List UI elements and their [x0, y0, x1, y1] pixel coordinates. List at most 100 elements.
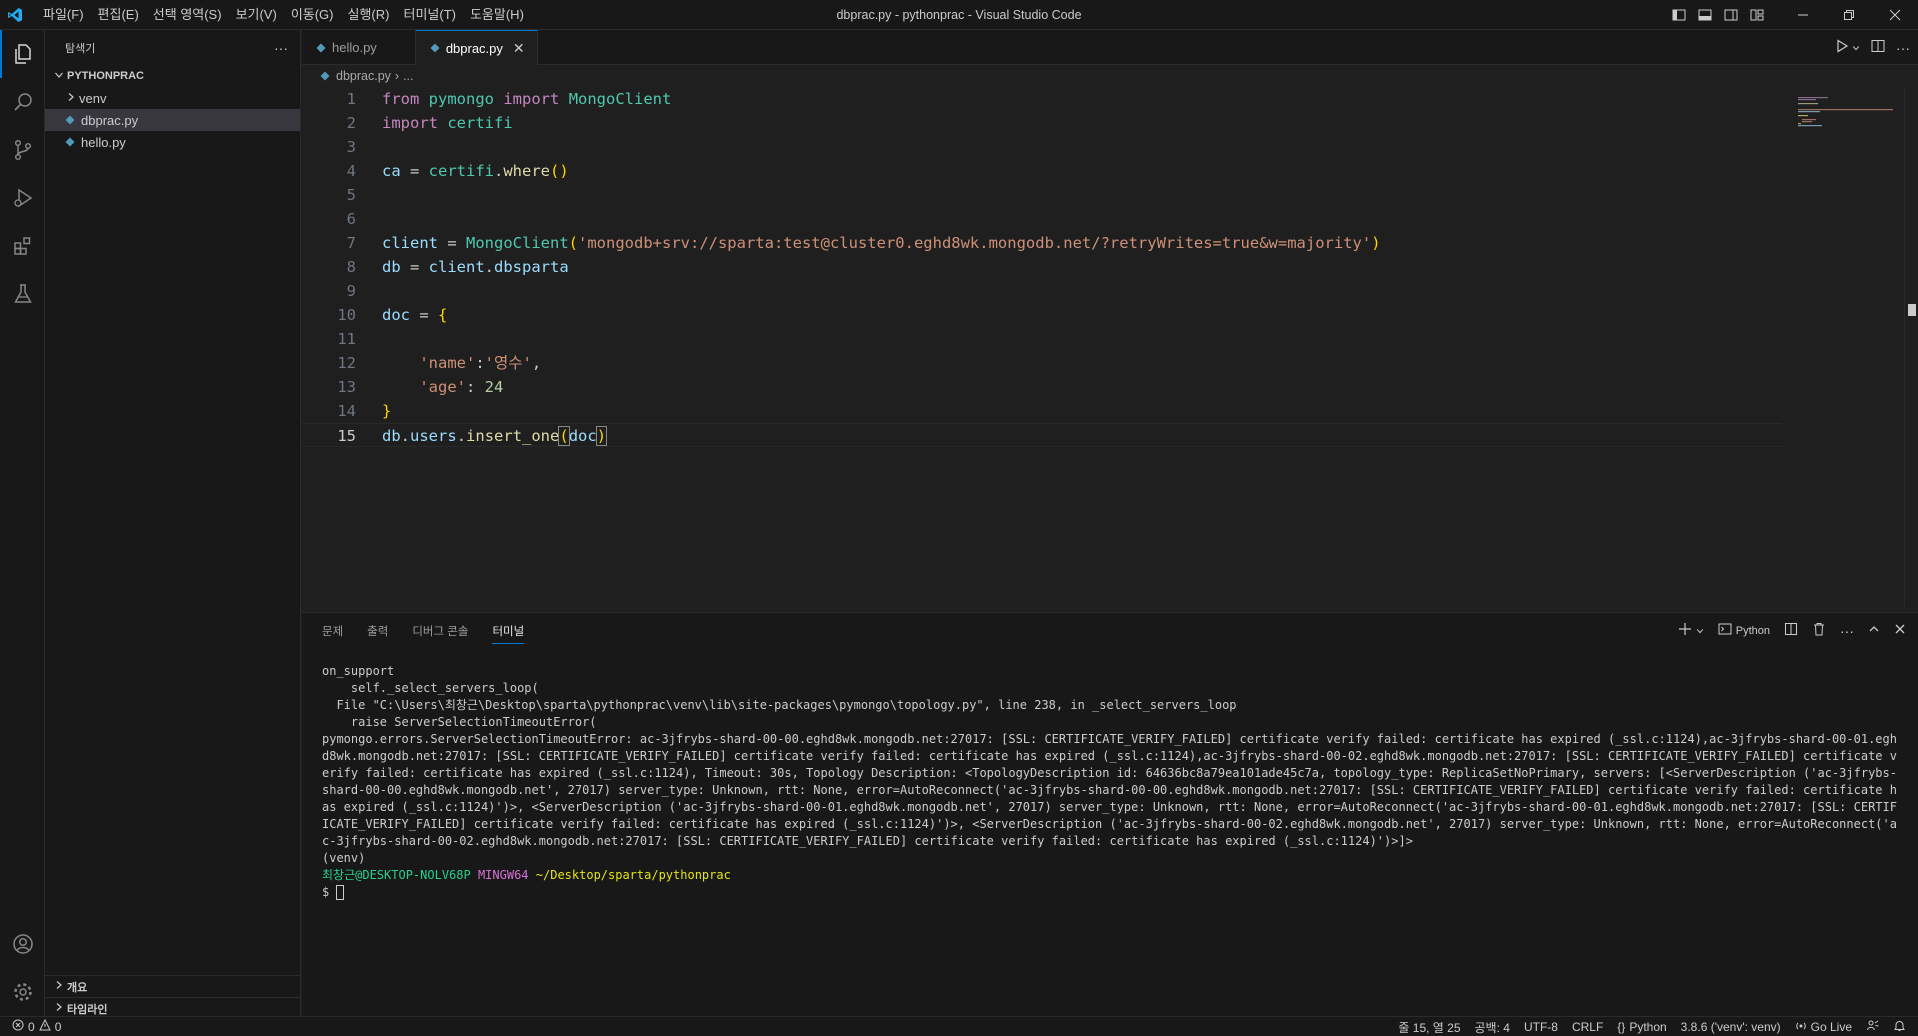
line-number: 7 [346, 234, 356, 252]
testing-icon[interactable] [0, 270, 45, 318]
settings-gear-icon[interactable] [0, 968, 45, 1016]
toggle-panel-icon[interactable] [1692, 0, 1718, 30]
tree-item-hello[interactable]: hello.py [45, 131, 300, 153]
notifications-bell-icon[interactable] [1893, 1019, 1906, 1035]
timeline-label: 타임라인 [67, 1003, 108, 1016]
error-count: 0 [28, 1019, 35, 1034]
code-line: 5 [302, 183, 1782, 207]
menu-go[interactable]: 이동(G) [284, 0, 341, 30]
maximize-panel-icon[interactable] [1868, 623, 1880, 638]
workspace-folder[interactable]: PYTHONPRAC [45, 65, 300, 87]
terminal-profile[interactable]: Python [1718, 622, 1770, 639]
braces-icon: {} [1617, 1020, 1626, 1034]
activity-bar [0, 30, 45, 1016]
line-number: 14 [337, 402, 356, 420]
menu-view[interactable]: 보기(V) [229, 0, 284, 30]
explorer-icon[interactable] [0, 30, 45, 78]
search-icon[interactable] [0, 78, 45, 126]
line-number: 1 [346, 90, 356, 108]
line-number: 5 [346, 186, 356, 204]
cursor-position[interactable]: 줄 15, 열 25 [1398, 1019, 1460, 1036]
encoding[interactable]: UTF-8 [1524, 1020, 1558, 1034]
toggle-secondary-sidebar-icon[interactable] [1718, 0, 1744, 30]
end-of-line[interactable]: CRLF [1572, 1020, 1603, 1034]
go-live-button[interactable]: Go Live [1795, 1020, 1852, 1035]
tree-item-venv[interactable]: venv [45, 87, 300, 109]
terminal-output[interactable]: on_support self._select_servers_loop( Fi… [322, 663, 1902, 901]
customize-layout-icon[interactable] [1744, 0, 1770, 30]
tab-dbprac-py[interactable]: dbprac.py ✕ [415, 30, 538, 65]
menu-selection[interactable]: 선택 영역(S) [146, 0, 229, 30]
code-line: 4 ca = certifi.where() [302, 159, 1782, 183]
language-mode[interactable]: {} Python [1617, 1020, 1666, 1034]
bottom-panel: 문제 출력 디버그 콘솔 터미널 Python ··· on_support s… [302, 612, 1918, 1017]
terminal-line: on_support [322, 664, 395, 678]
minimize-icon[interactable] [1780, 0, 1826, 30]
source-control-icon[interactable] [0, 126, 45, 174]
terminal-input-line[interactable]: $ [322, 884, 1902, 901]
more-actions-icon[interactable]: ··· [1896, 40, 1910, 56]
broadcast-icon [1795, 1020, 1807, 1035]
menu-edit[interactable]: 편집(E) [91, 0, 146, 30]
python-file-icon [314, 43, 328, 53]
line-number: 3 [346, 138, 356, 156]
code-line: 3 [302, 135, 1782, 159]
menu-run[interactable]: 실행(R) [341, 0, 397, 30]
line-number: 15 [337, 427, 356, 445]
python-file-icon [318, 71, 332, 81]
breadcrumb-symbol[interactable]: ... [403, 69, 413, 83]
editor-area: hello.py dbprac.py ✕ ··· dbprac.py › ...… [302, 30, 1918, 612]
run-debug-icon[interactable] [0, 174, 45, 222]
new-terminal-icon[interactable] [1678, 622, 1692, 639]
indentation[interactable]: 공백: 4 [1475, 1019, 1510, 1036]
problems-status[interactable]: 0 0 [0, 1018, 61, 1034]
menu-help[interactable]: 도움말(H) [463, 0, 531, 30]
split-terminal-icon[interactable] [1784, 622, 1798, 639]
chevron-right-icon [63, 92, 79, 105]
tree-item-dbprac[interactable]: dbprac.py [45, 109, 300, 131]
panel-tabs: 문제 출력 디버그 콘솔 터미널 [302, 613, 1918, 648]
more-actions-icon[interactable]: ··· [1840, 623, 1854, 639]
menu-file[interactable]: 파일(F) [36, 0, 91, 30]
terminal-line: self._select_servers_loop( [322, 681, 539, 695]
outline-section[interactable]: 개요 [45, 975, 301, 997]
accounts-icon[interactable] [0, 920, 45, 968]
chevron-down-icon[interactable] [1696, 624, 1704, 638]
restore-icon[interactable] [1826, 0, 1872, 30]
tab-debug-console[interactable]: 디버그 콘솔 [412, 623, 468, 639]
go-live-label: Go Live [1810, 1020, 1852, 1034]
more-actions-icon[interactable]: ··· [274, 40, 288, 56]
chevron-right-icon [51, 980, 67, 993]
split-editor-icon[interactable] [1870, 38, 1886, 57]
menu-terminal[interactable]: 터미널(T) [396, 0, 462, 30]
terminal-profile-label: Python [1735, 624, 1770, 637]
tab-terminal[interactable]: 터미널 [492, 623, 525, 644]
close-window-icon[interactable] [1872, 0, 1918, 30]
tab-hello-py[interactable]: hello.py [302, 30, 416, 65]
minimap[interactable] [1796, 87, 1896, 147]
trash-icon[interactable] [1812, 622, 1826, 639]
close-panel-icon[interactable] [1894, 623, 1906, 638]
feedback-icon[interactable] [1866, 1019, 1879, 1035]
tab-output[interactable]: 출력 [367, 623, 388, 639]
tab-problems[interactable]: 문제 [322, 623, 343, 639]
breadcrumb-separator: › [394, 69, 400, 83]
toggle-primary-sidebar-icon[interactable] [1666, 0, 1692, 30]
code-line: 13 'age': 24 [302, 375, 1782, 399]
code-line: 10 doc = { [302, 303, 1782, 327]
code-editor[interactable]: 1 from pymongo import MongoClient 2 impo… [302, 87, 1782, 447]
tree-item-label: hello.py [81, 134, 126, 150]
sidebar-title: 탐색기 [65, 42, 96, 55]
title-bar: 파일(F) 편집(E) 선택 영역(S) 보기(V) 이동(G) 실행(R) 터… [0, 0, 1918, 30]
breadcrumb-file[interactable]: dbprac.py [336, 69, 391, 83]
chevron-down-icon[interactable] [1852, 40, 1860, 55]
python-interpreter[interactable]: 3.8.6 ('venv': venv) [1681, 1020, 1781, 1034]
extensions-icon[interactable] [0, 222, 45, 270]
explorer-sidebar: 탐색기 ··· PYTHONPRAC venv dbprac.py hello.… [45, 30, 301, 1016]
line-number: 4 [346, 162, 356, 180]
editor-scrollbar[interactable] [1904, 87, 1918, 607]
close-tab-icon[interactable]: ✕ [513, 40, 525, 57]
warning-icon [38, 1018, 51, 1034]
run-python-file-icon[interactable] [1834, 38, 1850, 57]
line-number: 8 [346, 258, 356, 276]
